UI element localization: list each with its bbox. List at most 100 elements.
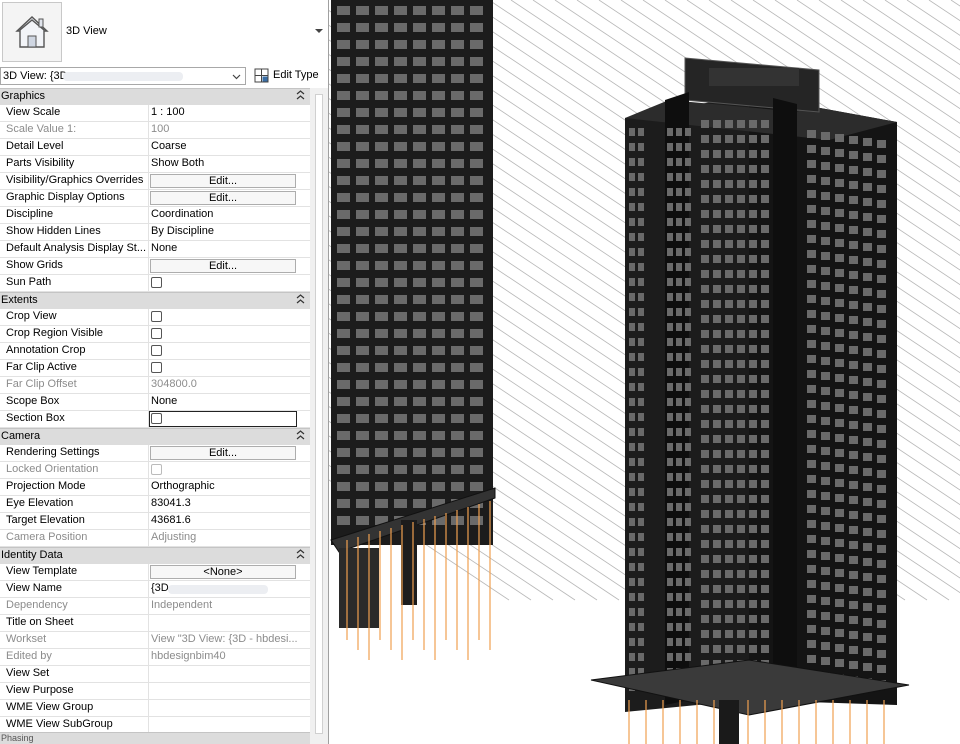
window: [749, 150, 757, 158]
collapse-icon[interactable]: [296, 293, 305, 308]
window: [375, 244, 388, 253]
window: [725, 435, 733, 443]
property-row-far-clip-active[interactable]: Far Clip Active: [0, 360, 310, 377]
property-row-view-name[interactable]: View Name {3D: [0, 581, 310, 598]
scrollbar-thumb[interactable]: [315, 94, 323, 734]
property-row-view-scale[interactable]: View Scale 1 : 100: [0, 105, 310, 122]
edit-type-button[interactable]: Edit Type: [252, 67, 326, 85]
property-row-target-elevation[interactable]: Target Elevation 43681.6: [0, 513, 310, 530]
property-value[interactable]: 1 : 100: [151, 106, 301, 118]
window: [676, 173, 682, 181]
window: [629, 383, 635, 391]
property-row-detail-level[interactable]: Detail Level Coarse: [0, 139, 310, 156]
checkbox[interactable]: [151, 328, 162, 339]
window: [356, 159, 369, 168]
house-icon: [15, 16, 49, 48]
property-value[interactable]: Coarse: [151, 140, 301, 152]
chevron-down-icon[interactable]: [314, 26, 324, 36]
window: [849, 181, 858, 189]
group-header-extents[interactable]: Extents: [0, 292, 310, 309]
window: [676, 638, 682, 646]
property-row-sun-path[interactable]: Sun Path: [0, 275, 310, 292]
window: [849, 151, 858, 159]
checkbox[interactable]: [151, 362, 162, 373]
property-value[interactable]: Orthographic: [151, 480, 301, 492]
window: [877, 185, 886, 193]
collapse-icon[interactable]: [296, 548, 305, 563]
group-header-graphics[interactable]: Graphics: [0, 88, 310, 105]
window: [713, 570, 721, 578]
property-row-discipline[interactable]: Discipline Coordination: [0, 207, 310, 224]
property-row-annotation-crop[interactable]: Annotation Crop: [0, 343, 310, 360]
property-value[interactable]: 43681.6: [151, 514, 301, 526]
property-row-crop-region-visible[interactable]: Crop Region Visible: [0, 326, 310, 343]
window: [737, 180, 745, 188]
window: [356, 74, 369, 83]
window: [807, 595, 816, 603]
window: [685, 263, 691, 271]
collapse-icon[interactable]: [296, 429, 305, 444]
property-value[interactable]: 83041.3: [151, 497, 301, 509]
property-row-projection-mode[interactable]: Projection Mode Orthographic: [0, 479, 310, 496]
property-row-parts-visibility[interactable]: Parts Visibility Show Both: [0, 156, 310, 173]
property-value[interactable]: Show Both: [151, 157, 301, 169]
property-row-show-hidden-lines[interactable]: Show Hidden Lines By Discipline: [0, 224, 310, 241]
edit-button[interactable]: Edit...: [150, 446, 296, 460]
window: [701, 150, 709, 158]
collapse-icon[interactable]: [296, 89, 305, 104]
window: [713, 285, 721, 293]
window: [713, 165, 721, 173]
property-row-view-template[interactable]: View Template <None>: [0, 564, 310, 581]
window: [863, 288, 872, 296]
type-selector-header[interactable]: 3D View: [0, 0, 328, 64]
window: [821, 597, 830, 605]
edit-button[interactable]: <None>: [150, 565, 296, 579]
checkbox[interactable]: [151, 413, 162, 424]
window: [725, 510, 733, 518]
property-value[interactable]: None: [151, 395, 301, 407]
window: [451, 380, 464, 389]
edit-button[interactable]: Edit...: [150, 259, 296, 273]
property-row-view-set[interactable]: View Set: [0, 666, 310, 683]
window: [685, 623, 691, 631]
property-value[interactable]: By Discipline: [151, 225, 301, 237]
property-value[interactable]: Coordination: [151, 208, 301, 220]
view-instance-dropdown[interactable]: 3D View: {3D: [0, 67, 246, 85]
window: [863, 333, 872, 341]
window: [701, 225, 709, 233]
window: [638, 563, 644, 571]
property-row-default-analysis-display-st[interactable]: Default Analysis Display St... None: [0, 241, 310, 258]
property-row-visibility-graphics-overrides[interactable]: Visibility/Graphics Overrides Edit...: [0, 173, 310, 190]
property-row-show-grids[interactable]: Show Grids Edit...: [0, 258, 310, 275]
property-row-rendering-settings[interactable]: Rendering Settings Edit...: [0, 445, 310, 462]
window: [375, 414, 388, 423]
building-model[interactable]: [329, 0, 960, 744]
window: [638, 383, 644, 391]
property-row-scope-box[interactable]: Scope Box None: [0, 394, 310, 411]
property-row-title-on-sheet[interactable]: Title on Sheet: [0, 615, 310, 632]
window: [629, 143, 635, 151]
property-row-eye-elevation[interactable]: Eye Elevation 83041.3: [0, 496, 310, 513]
property-row-section-box[interactable]: Section Box: [0, 411, 310, 428]
edit-button[interactable]: Edit...: [150, 174, 296, 188]
checkbox[interactable]: [151, 277, 162, 288]
window: [685, 653, 691, 661]
window: [685, 398, 691, 406]
window: [701, 240, 709, 248]
checkbox[interactable]: [151, 345, 162, 356]
edit-button[interactable]: Edit...: [150, 191, 296, 205]
property-row-wme-view-group[interactable]: WME View Group: [0, 700, 310, 717]
window: [413, 244, 426, 253]
background-grid-line: [906, 0, 960, 36]
window: [356, 193, 369, 202]
3d-view-canvas[interactable]: [329, 0, 960, 744]
property-row-view-purpose[interactable]: View Purpose: [0, 683, 310, 700]
window: [737, 450, 745, 458]
group-header-identity-data[interactable]: Identity Data: [0, 547, 310, 564]
property-row-crop-view[interactable]: Crop View: [0, 309, 310, 326]
group-header-camera[interactable]: Camera: [0, 428, 310, 445]
properties-scrollbar[interactable]: [310, 88, 328, 744]
property-row-graphic-display-options[interactable]: Graphic Display Options Edit...: [0, 190, 310, 207]
property-value[interactable]: None: [151, 242, 301, 254]
checkbox[interactable]: [151, 311, 162, 322]
